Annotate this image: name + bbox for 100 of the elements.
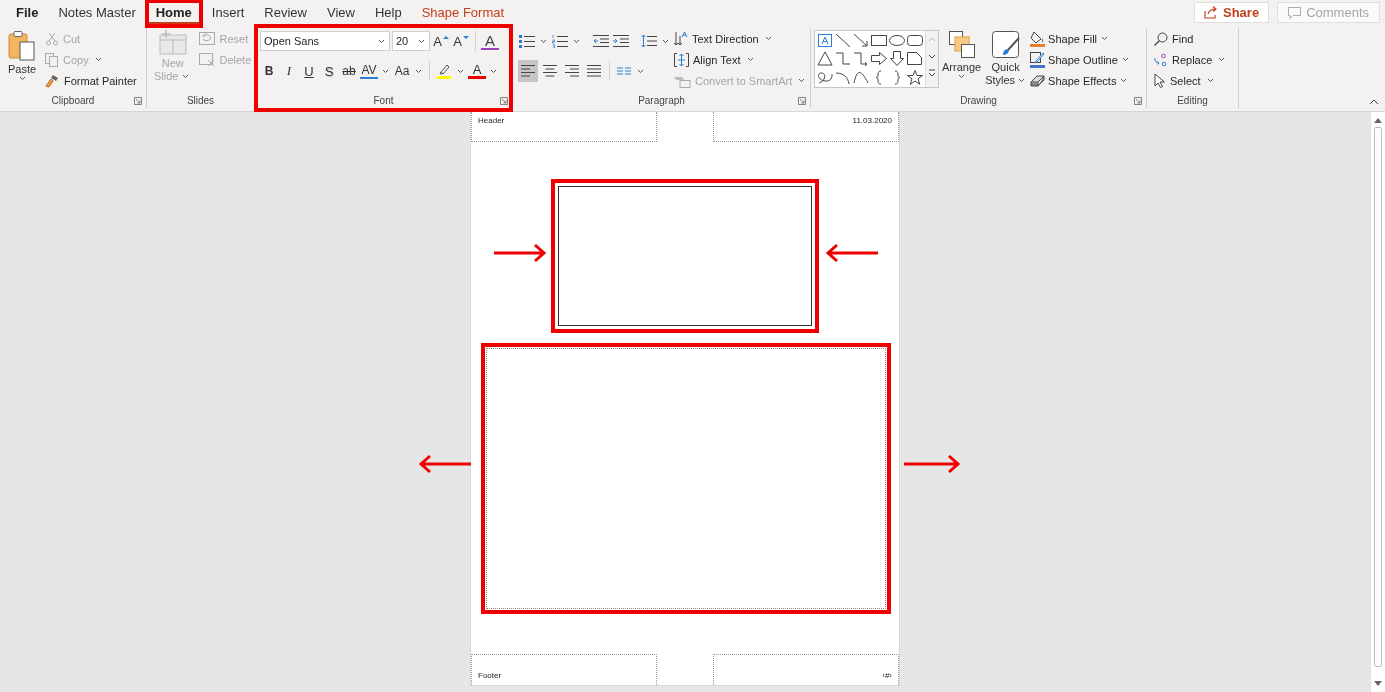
replace-icon — [1154, 52, 1168, 67]
header-placeholder[interactable]: Header — [471, 112, 657, 142]
right-arrow — [903, 454, 961, 474]
ribbon-tab[interactable]: View — [317, 1, 365, 24]
shapes-gallery[interactable] — [814, 30, 939, 88]
font-style-button[interactable]: Aa — [393, 60, 411, 82]
caret-icon — [764, 36, 772, 41]
ribbon-tab[interactable]: Review — [254, 1, 317, 24]
font-style-button[interactable]: U — [300, 60, 318, 82]
footer-text: Footer — [478, 671, 502, 680]
group-label: Clipboard — [51, 95, 95, 106]
caret-icon — [573, 38, 580, 44]
elbow-arrow-icon[interactable] — [853, 51, 869, 67]
group-label: Editing — [1177, 95, 1208, 106]
caret-icon — [415, 68, 422, 74]
caret-icon — [490, 68, 497, 74]
text-box-icon[interactable] — [817, 33, 833, 48]
right-arrow-icon[interactable] — [871, 51, 887, 67]
highlighter-icon — [436, 63, 452, 79]
ribbon-tab[interactable]: File — [6, 1, 49, 24]
rectangle-icon[interactable] — [871, 33, 887, 48]
clipboard-icon — [7, 30, 37, 62]
arrange-button[interactable]: Arrange — [941, 28, 983, 93]
header-text: Header — [478, 116, 505, 127]
page-number-placeholder[interactable]: ‹#› — [713, 654, 899, 685]
oval-icon[interactable] — [889, 33, 905, 48]
footer-placeholder[interactable]: Footer — [471, 654, 657, 685]
date-placeholder[interactable]: 11.03.2020 — [713, 112, 899, 142]
line-icon[interactable] — [835, 33, 851, 48]
editing-command[interactable]: Find — [1152, 28, 1230, 49]
caret-icon — [418, 38, 425, 44]
dialog-launcher-icon[interactable] — [798, 97, 806, 105]
page-number-text: ‹#› — [882, 671, 892, 680]
reset-icon — [199, 32, 216, 45]
arrange-icon — [947, 30, 976, 60]
decrease-font-size-button[interactable]: A — [452, 30, 470, 52]
paint-bucket-icon — [1030, 30, 1046, 47]
freeform-icon[interactable] — [817, 69, 833, 85]
star-icon[interactable] — [907, 69, 923, 85]
pen-icon — [1030, 51, 1046, 68]
share-button[interactable]: Share — [1194, 2, 1270, 23]
scrollbar-thumb[interactable] — [1374, 127, 1382, 667]
font-style-button[interactable]: ab — [340, 60, 358, 82]
font-style-button[interactable]: B — [260, 60, 278, 82]
dialog-launcher-icon[interactable] — [134, 97, 142, 105]
paragraph-command[interactable]: Align Text — [672, 49, 810, 70]
font-style-button[interactable]: AV — [360, 63, 378, 79]
vertical-scrollbar[interactable] — [1370, 112, 1385, 692]
caret-icon — [662, 38, 669, 44]
editing-command[interactable]: Select — [1152, 70, 1230, 91]
shape-command[interactable]: Shape Effects — [1029, 70, 1131, 91]
copy-icon — [45, 52, 59, 67]
indent-icon — [613, 35, 629, 47]
caret-icon — [746, 57, 754, 62]
left-arrow — [825, 243, 879, 263]
editing-command[interactable]: Replace — [1152, 49, 1230, 70]
ribbon-tab[interactable]: Notes Master — [48, 1, 146, 24]
ribbon-tab[interactable]: Shape Format — [411, 1, 515, 24]
arc-icon[interactable] — [835, 69, 851, 85]
scroll-up-icon[interactable] — [1374, 117, 1382, 123]
font-style-button[interactable]: S — [320, 60, 338, 82]
scroll-down-icon[interactable] — [1374, 681, 1382, 687]
ribbon-tab[interactable]: Home — [148, 1, 199, 24]
collapse-ribbon-icon[interactable] — [1369, 99, 1379, 105]
down-arrow-icon[interactable] — [889, 51, 905, 67]
curve-icon[interactable] — [853, 69, 869, 85]
ribbon-tab[interactable]: Insert — [201, 1, 255, 24]
new-slide-icon — [157, 30, 188, 56]
ribbon-tab[interactable]: Help — [364, 1, 412, 24]
font-size-dropdown[interactable]: 20 — [392, 31, 430, 51]
shape-command[interactable]: Shape Outline — [1029, 49, 1131, 70]
delete-slide-icon — [199, 53, 216, 66]
paragraph-command[interactable]: Text Direction — [672, 28, 810, 49]
paste-button[interactable]: Paste — [5, 28, 39, 93]
caret-icon — [457, 68, 464, 74]
quick-styles-button[interactable]: Quick Styles — [984, 28, 1028, 93]
eraser-icon — [1030, 73, 1046, 88]
font-name-dropdown[interactable]: Open Sans — [260, 31, 390, 51]
caret-icon — [958, 74, 966, 79]
shape-command[interactable]: Shape Fill — [1029, 28, 1131, 49]
rounded-rectangle-icon[interactable] — [907, 33, 923, 48]
align-center-icon — [543, 65, 557, 77]
dialog-launcher-icon[interactable] — [500, 97, 508, 105]
triangle-icon[interactable] — [817, 51, 833, 67]
caret-icon — [18, 76, 26, 81]
clear-formatting-button[interactable]: A — [481, 32, 499, 50]
caret-icon — [1101, 36, 1109, 41]
increase-font-size-button[interactable]: A — [432, 30, 450, 52]
alignment-button[interactable] — [518, 60, 538, 82]
paintbrush-icon — [45, 73, 60, 88]
dialog-launcher-icon[interactable] — [1134, 97, 1142, 105]
align-text-icon — [674, 52, 689, 67]
outdent-icon — [593, 35, 609, 47]
scissors-icon — [45, 31, 59, 46]
font-color-button[interactable]: A — [468, 63, 486, 79]
clipboard-command[interactable]: Format Painter — [43, 70, 139, 91]
arrow-icon[interactable] — [853, 33, 869, 48]
caret-icon — [1121, 57, 1129, 62]
font-style-button[interactable]: I — [280, 60, 298, 82]
right-arrow — [493, 243, 547, 263]
